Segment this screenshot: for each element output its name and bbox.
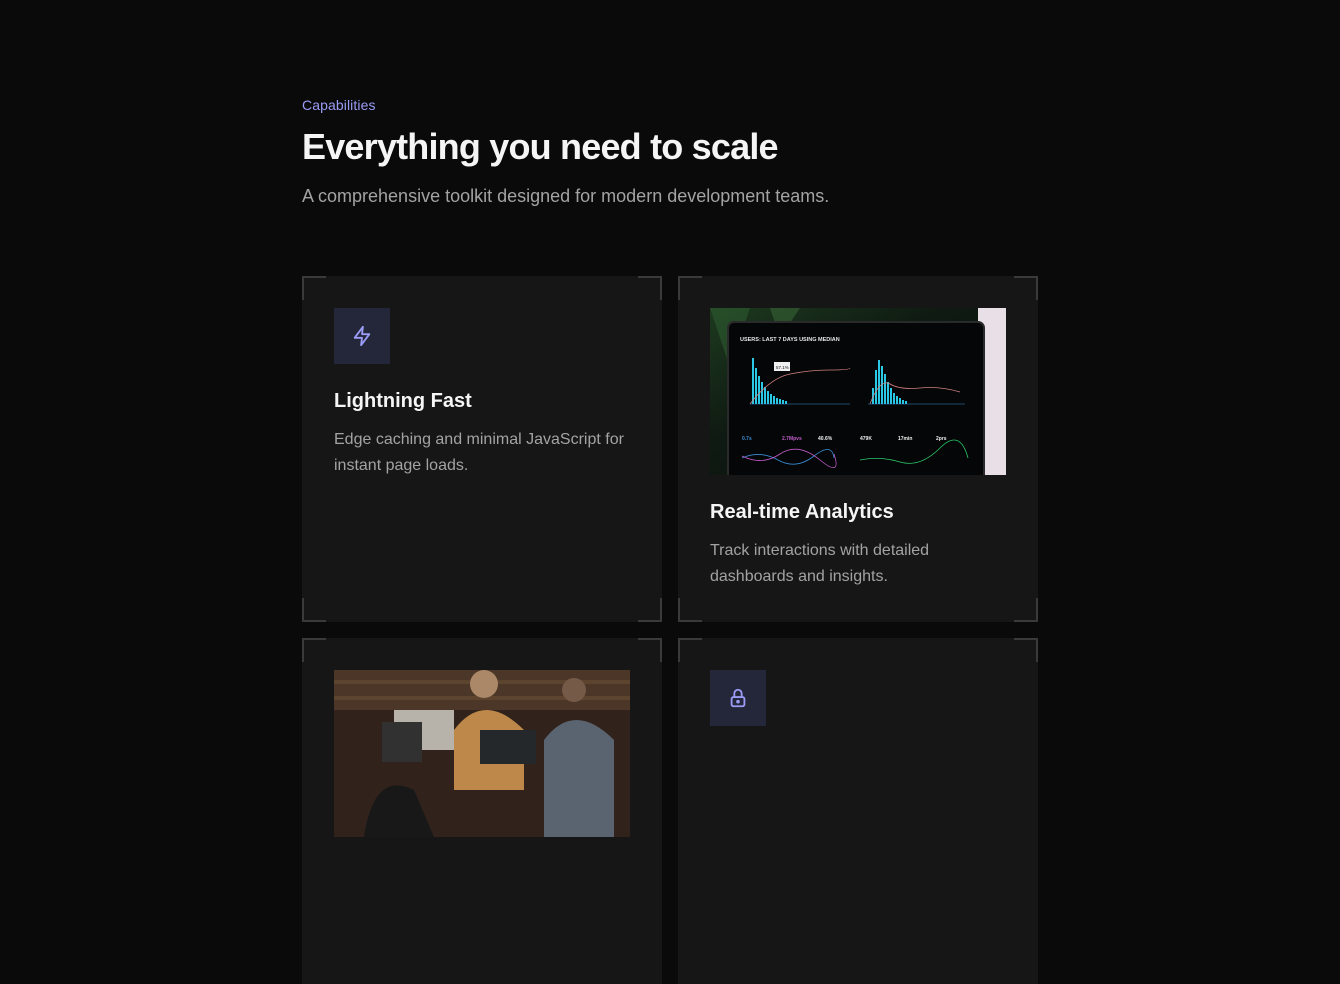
feature-card-analytics: USERS: LAST 7 DAYS USING MEDIAN 57.1% 0.… — [678, 276, 1038, 622]
corner-accent — [1014, 638, 1038, 662]
section-eyebrow: Capabilities — [302, 97, 376, 113]
corner-accent — [678, 276, 702, 300]
dashboard-metric: 0.7s — [742, 436, 752, 442]
dashboard-tooltip: 57.1% — [776, 365, 789, 370]
corner-accent — [302, 276, 326, 300]
section-title: Everything you need to scale — [302, 126, 779, 167]
corner-accent — [302, 598, 326, 622]
dashboard-metric: 479K — [860, 436, 872, 442]
card-description: Edge caching and minimal JavaScript for … — [334, 431, 624, 474]
card-description: Track interactions with detailed dashboa… — [710, 542, 930, 585]
dashboard-metric: 17min — [898, 436, 912, 442]
dashboard-metric: 40.6% — [818, 436, 833, 442]
card-title: Lightning Fast — [334, 390, 472, 412]
feature-card-lightning: Lightning Fast Edge caching and minimal … — [302, 276, 662, 622]
lightning-icon — [334, 308, 390, 364]
corner-accent — [638, 638, 662, 662]
corner-accent — [678, 638, 702, 662]
corner-accent — [678, 598, 702, 622]
corner-accent — [1014, 276, 1038, 300]
feature-card-collaboration — [302, 638, 662, 984]
corner-accent — [302, 638, 326, 662]
feature-card-security — [678, 638, 1038, 984]
corner-accent — [638, 276, 662, 300]
analytics-dashboard-image: USERS: LAST 7 DAYS USING MEDIAN 57.1% 0.… — [710, 308, 1006, 475]
dashboard-metric: 2.7Mpvs — [782, 436, 802, 442]
section-subtitle: A comprehensive toolkit designed for mod… — [302, 186, 830, 206]
dashboard-metric: 2prs — [936, 436, 947, 442]
corner-accent — [638, 598, 662, 622]
dashboard-heading: USERS: LAST 7 DAYS USING MEDIAN — [740, 337, 840, 343]
card-title: Real-time Analytics — [710, 501, 894, 523]
lock-icon — [710, 670, 766, 726]
corner-accent — [1014, 598, 1038, 622]
